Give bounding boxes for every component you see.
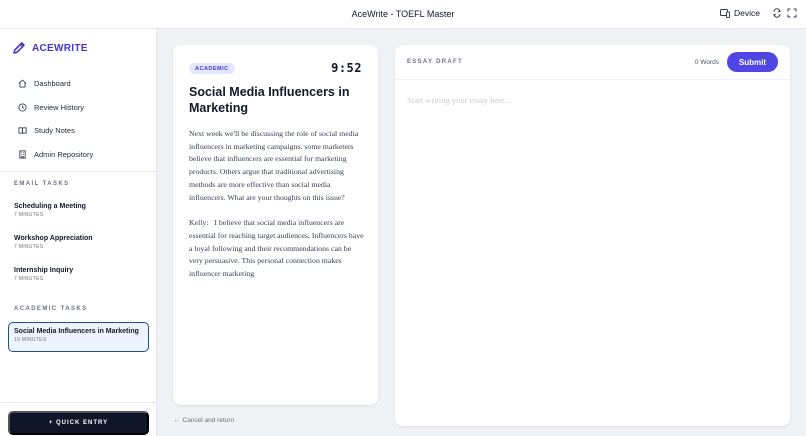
task-duration: 7 MINUTES: [14, 212, 44, 218]
task-type-badge: ACADEMIC: [189, 63, 235, 74]
word-count: 0 Words: [694, 59, 719, 66]
brand-logo[interactable]: ACEWRITE: [12, 41, 88, 55]
task-title: Social Media Influencers in Marketing: [14, 328, 139, 335]
prompt-title: Social Media Influencers in Marketing: [189, 85, 350, 115]
essay-draft-label: ESSAY DRAFT: [407, 59, 463, 65]
quick-entry-button[interactable]: + QUICK ENTRY: [8, 411, 149, 435]
prompt-paragraph: Kelly: I believe that social media influ…: [189, 218, 364, 279]
task-duration: 7 MINUTES: [14, 276, 44, 282]
submit-button[interactable]: Submit: [727, 52, 778, 72]
prompt-body: Next week we'll be discussing the role o…: [189, 128, 365, 281]
nav-label: Admin Repository: [34, 149, 94, 159]
main-nav: Dashboard Review History Study Notes Adm…: [18, 72, 93, 166]
sidebar-divider: [0, 402, 156, 403]
prompt-card: ACADEMIC 9:52 Social Media Influencers i…: [173, 45, 378, 405]
essay-panel: ESSAY DRAFT 0 Words Submit: [395, 45, 790, 426]
nav-label: Review History: [34, 102, 85, 112]
sidebar: ACEWRITE Dashboard Review History Study …: [0, 29, 157, 436]
device-label: Device: [734, 8, 760, 18]
task-title: Scheduling a Meeting: [14, 203, 86, 210]
window-title: AceWrite - TOEFL Master: [351, 9, 455, 19]
email-task-internship-inquiry[interactable]: Internship Inquiry 7 MINUTES: [14, 267, 73, 282]
cancel-link[interactable]: ← Cancel and return: [173, 417, 234, 424]
essay-header: ESSAY DRAFT 0 Words Submit: [395, 45, 790, 80]
task-duration: 10 MINUTES: [14, 337, 47, 343]
title-bar: AceWrite - TOEFL Master Device: [0, 0, 806, 29]
academic-task-social-media-influencers[interactable]: Social Media Influencers in Marketing 10…: [8, 322, 149, 352]
home-icon: [18, 79, 27, 88]
fullscreen-icon[interactable]: [787, 8, 797, 18]
prompt-paragraph: Next week we'll be discussing the role o…: [189, 129, 359, 202]
arrow-left-icon: ←: [173, 417, 180, 424]
pencil-icon: [13, 42, 25, 54]
sync-icon[interactable]: [772, 8, 782, 18]
email-task-workshop-appreciation[interactable]: Workshop Appreciation 7 MINUTES: [14, 235, 93, 250]
building-icon: [19, 150, 26, 159]
academic-tasks-heading: ACADEMIC TASKS: [14, 306, 88, 312]
essay-textarea[interactable]: [407, 95, 777, 415]
task-title: Workshop Appreciation: [14, 235, 93, 242]
countdown-timer: 9:52: [331, 61, 362, 75]
task-duration: 7 MINUTES: [14, 244, 44, 250]
clock-icon: [18, 103, 27, 112]
email-task-scheduling-a-meeting[interactable]: Scheduling a Meeting 7 MINUTES: [14, 203, 86, 218]
nav-item-dashboard[interactable]: Dashboard: [18, 72, 93, 96]
brand-name: ACEWRITE: [32, 42, 88, 54]
device-button[interactable]: Device: [720, 8, 760, 18]
email-tasks-heading: EMAIL TASKS: [14, 181, 70, 187]
task-title: Internship Inquiry: [14, 267, 74, 274]
device-icon: [720, 8, 731, 18]
sidebar-divider: [0, 171, 156, 172]
nav-label: Dashboard: [34, 79, 71, 89]
nav-label: Study Notes: [34, 126, 75, 136]
cancel-label: Cancel and return: [182, 417, 235, 424]
nav-item-review-history[interactable]: Review History: [18, 96, 93, 120]
book-icon: [18, 127, 27, 134]
nav-item-study-notes[interactable]: Study Notes: [18, 119, 93, 143]
nav-item-admin-repository[interactable]: Admin Repository: [18, 143, 93, 167]
